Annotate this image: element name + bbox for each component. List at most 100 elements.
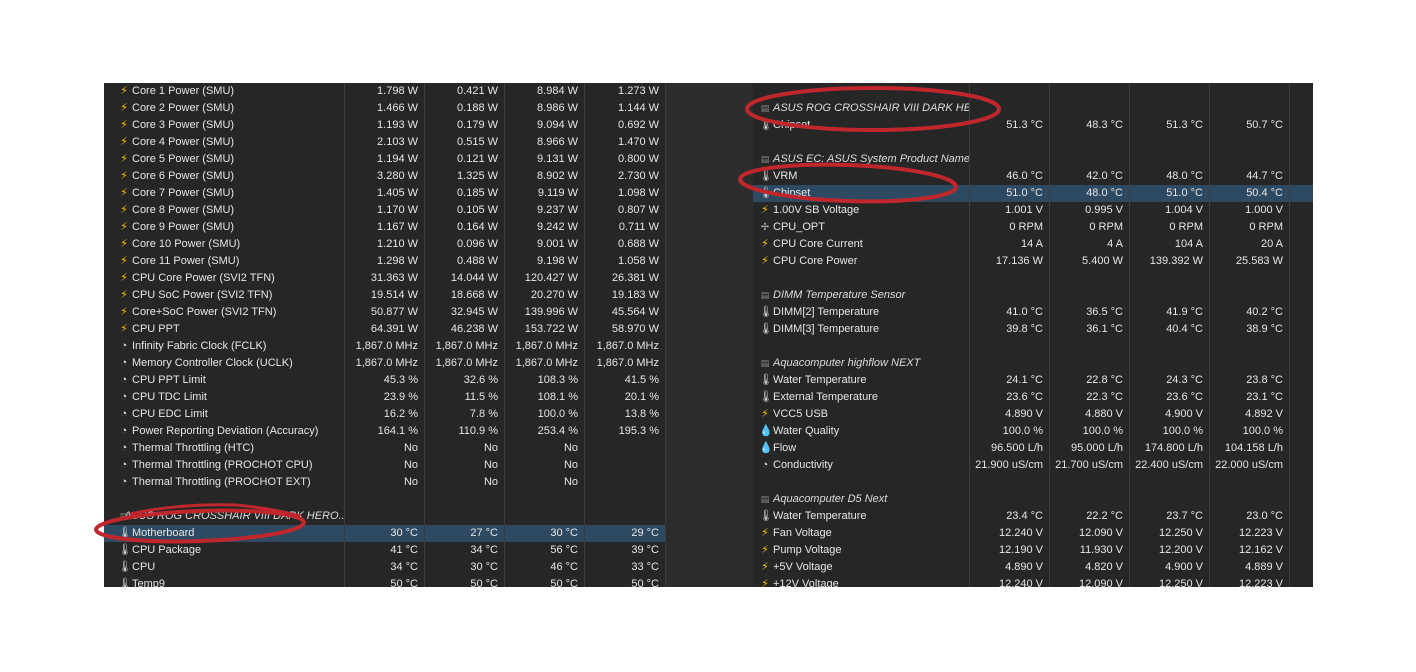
sensor-row[interactable]: 🌡 Motherboard 30 °C 27 °C 30 °C 29 °C (104, 525, 666, 542)
sensor-row[interactable]: 💧 Water Quality 100.0 % 100.0 % 100.0 % 100.0… (753, 423, 1313, 440)
current-value: 39.8 °C (970, 321, 1050, 338)
sensor-row[interactable]: ⚡ VCC5 USB 4.890 V 4.880 V 4.900 V 4.892 V (753, 406, 1313, 423)
sensor-row[interactable]: ◔ CPU TDC Limit 23.9 % 11.5 % 108.1 % 20.1 % (104, 389, 666, 406)
sensor-row[interactable]: 🌡 DIMM[2] Temperature 41.0 °C 36.5 °C 41.9 °… (753, 304, 1313, 321)
sensor-row[interactable]: 🌡 CPU 34 °C 30 °C 46 °C 33 °C (104, 559, 666, 576)
sensor-row[interactable]: ◔ Thermal Throttling (HTC) No No No (104, 440, 666, 457)
sensor-row[interactable]: ⚡ CPU Core Current 14 A4 A 104 A 20 A (753, 236, 1313, 253)
average-value: 0 RPM (1210, 219, 1290, 236)
blank-row[interactable] (753, 83, 1313, 100)
sensor-row[interactable]: ⚡ +5V Voltage 4.890 V 4.820 V 4.900 V 4.889 V (753, 559, 1313, 576)
current-value: 1,867.0 MHz (345, 338, 425, 355)
thermometer-icon: 🌡 (759, 119, 773, 131)
sensor-row[interactable]: ⚡ Core 2 Power (SMU) 1.466 W 0.188 W 8.986 W… (104, 100, 666, 117)
minimum-value: 0.121 W (425, 151, 505, 168)
sensor-row[interactable]: ⚡ 1.00V SB Voltage 1.001 V 0.995 V 1.004 V 1.… (753, 202, 1313, 219)
minimum-value: 12.090 V (1050, 525, 1130, 542)
sensor-row[interactable]: 🌡 DIMM[3] Temperature 39.8 °C 36.1 °C 40.4 °… (753, 321, 1313, 338)
maximum-value: 139.392 W (1130, 253, 1210, 270)
sensor-row[interactable]: ⚡ CPU Core Power 17.136 W 5.400 W 139.392 W2… (753, 253, 1313, 270)
average-value: 0.692 W (585, 117, 666, 134)
sensor-row[interactable]: ⚡ Pump Voltage 12.190 V 11.930 V 12.200 V 12.… (753, 542, 1313, 559)
sensor-row[interactable]: ⚡ Fan Voltage 12.240 V 12.090 V 12.250 V 12.2… (753, 525, 1313, 542)
bolt-icon: ⚡ (120, 221, 128, 233)
sensor-row[interactable]: ⚡ Core 8 Power (SMU) 1.170 W 0.105 W 9.237 W… (104, 202, 666, 219)
sensor-row[interactable]: 🌡 CPU Package 41 °C 34 °C 56 °C 39 °C (104, 542, 666, 559)
blank-row[interactable] (753, 474, 1313, 491)
empty-cell (1290, 542, 1313, 559)
sensor-row[interactable]: ⚡ Core 7 Power (SMU) 1.405 W 0.185 W 9.119 W… (104, 185, 666, 202)
sensor-name-cell: ⚡ Core 10 Power (SMU) (104, 236, 345, 253)
sensor-group-header[interactable]: ▤ ASUS ROG CROSSHAIR VIII DARK HE... (753, 100, 1313, 117)
maximum-value: No (505, 440, 585, 457)
average-value: 50.7 °C (1210, 117, 1290, 134)
blank-row[interactable] (753, 338, 1313, 355)
sensor-row[interactable]: ✢ CPU_OPT 0 RPM 0 RPM 0 RPM 0 RPM (753, 219, 1313, 236)
sensor-row[interactable]: ◔ CPU EDC Limit 16.2 % 7.8 % 100.0 % 13.8 % (104, 406, 666, 423)
sensor-row[interactable]: ⚡ CPU PPT 64.391 W 46.238 W 153.722 W 58.970 … (104, 321, 666, 338)
sensor-row[interactable]: 🌡 Chipset 51.0 °C 48.0 °C 51.0 °C 50.4 °C (753, 185, 1313, 202)
sensor-row[interactable]: ◔ CPU PPT Limit 45.3 % 32.6 % 108.3 % 41.5 % (104, 372, 666, 389)
sensor-row[interactable]: ⚡ Core+SoC Power (SVI2 TFN) 50.877 W 32.945… (104, 304, 666, 321)
sensor-group-header[interactable]: ▤ ASUS EC: ASUS System Product Name (753, 151, 1313, 168)
sensor-row[interactable]: 🌡 Water Temperature 24.1 °C 22.8 °C 24.3 °C 2… (753, 372, 1313, 389)
sensor-group-header[interactable]: ▤ Aquacomputer highflow NEXT (753, 355, 1313, 372)
blank-row[interactable] (753, 134, 1313, 151)
sensor-row[interactable]: ◔ Thermal Throttling (PROCHOT EXT) No No No (104, 474, 666, 491)
sensor-name-cell: 🌡 Temp9 (104, 576, 345, 587)
sensor-row[interactable]: 🌡 Chipset 51.3 °C 48.3 °C 51.3 °C 50.7 °C (753, 117, 1313, 134)
maximum-value: 9.131 W (505, 151, 585, 168)
sensor-row[interactable]: ◔ Power Reporting Deviation (Accuracy) 164… (104, 423, 666, 440)
clock-icon: ◔ (120, 459, 128, 471)
sensor-row[interactable]: ◔ Thermal Throttling (PROCHOT CPU) No No No (104, 457, 666, 474)
bolt-icon: ⚡ (761, 578, 769, 587)
empty-cell (1290, 474, 1313, 491)
sensor-group-header[interactable]: ▤ DIMM Temperature Sensor (753, 287, 1313, 304)
bolt-icon: ⚡ (120, 119, 128, 131)
sensor-row[interactable]: ⚡ +12V Voltage 12.240 V 12.090 V 12.250 V 12.… (753, 576, 1313, 587)
sensor-row[interactable]: 🌡 Water Temperature 23.4 °C 22.2 °C 23.7 °C 2… (753, 508, 1313, 525)
blank-row[interactable] (104, 491, 666, 508)
bolt-icon: ⚡ (761, 408, 769, 420)
sensor-row[interactable]: ⚡ CPU SoC Power (SVI2 TFN) 19.514 W 18.668 … (104, 287, 666, 304)
sensor-row[interactable]: ⚡ CPU Core Power (SVI2 TFN) 31.363 W 14.044… (104, 270, 666, 287)
sensor-name-cell: ⚡ Core 2 Power (SMU) (104, 100, 345, 117)
sensor-row[interactable]: ⚡ Core 4 Power (SMU) 2.103 W 0.515 W 8.966 W… (104, 134, 666, 151)
sensor-name-cell: ▤ DIMM Temperature Sensor (753, 287, 970, 304)
maximum-value: No (505, 457, 585, 474)
sensor-row[interactable]: ⚡ Core 3 Power (SMU) 1.193 W 0.179 W 9.094 W… (104, 117, 666, 134)
sensor-name: Core 2 Power (SMU) (132, 102, 235, 114)
maximum-value: 9.001 W (505, 236, 585, 253)
maximum-value: 1.004 V (1130, 202, 1210, 219)
sensor-row[interactable]: ⚡ Core 6 Power (SMU) 3.280 W 1.325 W 8.902 W… (104, 168, 666, 185)
current-value: 24.1 °C (970, 372, 1050, 389)
empty-cell (1290, 576, 1313, 587)
sensor-name: Thermal Throttling (HTC) (132, 442, 255, 454)
empty-cell (1290, 287, 1313, 304)
sensor-row[interactable]: ⚡ Core 1 Power (SMU) 1.798 W 0.421 W 8.984 W… (104, 83, 666, 100)
empty-cell (1130, 338, 1210, 355)
average-value: 58.970 W (585, 321, 666, 338)
sensor-row[interactable]: ◔ Memory Controller Clock (UCLK) 1,867.0 M… (104, 355, 666, 372)
sensor-name-cell: ◔ Memory Controller Clock (UCLK) (104, 355, 345, 372)
minimum-value: 0.096 W (425, 236, 505, 253)
sensor-row[interactable]: ⚡ Core 5 Power (SMU) 1.194 W 0.121 W 9.131 W… (104, 151, 666, 168)
sensor-row[interactable]: ⚡ Core 11 Power (SMU) 1.298 W 0.488 W 9.198 … (104, 253, 666, 270)
sensor-row[interactable]: 💧 Flow 96.500 L/h 95.000 L/h 174.800 L/h 104.… (753, 440, 1313, 457)
sensor-row[interactable]: 🌡 VRM 46.0 °C 42.0 °C 48.0 °C 44.7 °C (753, 168, 1313, 185)
sensor-group-header[interactable]: ▤ ASUS ROG CROSSHAIR VIII DARK HERO... (104, 508, 666, 525)
blank-row[interactable] (753, 270, 1313, 287)
sensor-row[interactable]: ⚡ Core 9 Power (SMU) 1.167 W 0.164 W 9.242 W… (104, 219, 666, 236)
current-value: 34 °C (345, 559, 425, 576)
sensor-row[interactable]: ⚡ Core 10 Power (SMU) 1.210 W 0.096 W 9.001 … (104, 236, 666, 253)
sensor-name: Fan Voltage (773, 527, 832, 539)
empty-cell (1290, 304, 1313, 321)
sensor-row[interactable]: ◔ Conductivity 21.900 uS/cm 21.700 uS/cm 22.… (753, 457, 1313, 474)
sensor-row[interactable]: ◔ Infinity Fabric Clock (FCLK) 1,867.0 MHz… (104, 338, 666, 355)
sensor-row[interactable]: 🌡 External Temperature 23.6 °C 22.3 °C 23.6 … (753, 389, 1313, 406)
sensor-name: DIMM[3] Temperature (773, 323, 880, 335)
average-value: 45.564 W (585, 304, 666, 321)
sensor-group-header[interactable]: ▤ Aquacomputer D5 Next (753, 491, 1313, 508)
sensor-row[interactable]: 🌡 Temp9 50 °C 50 °C 50 °C 50 °C (104, 576, 666, 587)
empty-cell (1290, 372, 1313, 389)
